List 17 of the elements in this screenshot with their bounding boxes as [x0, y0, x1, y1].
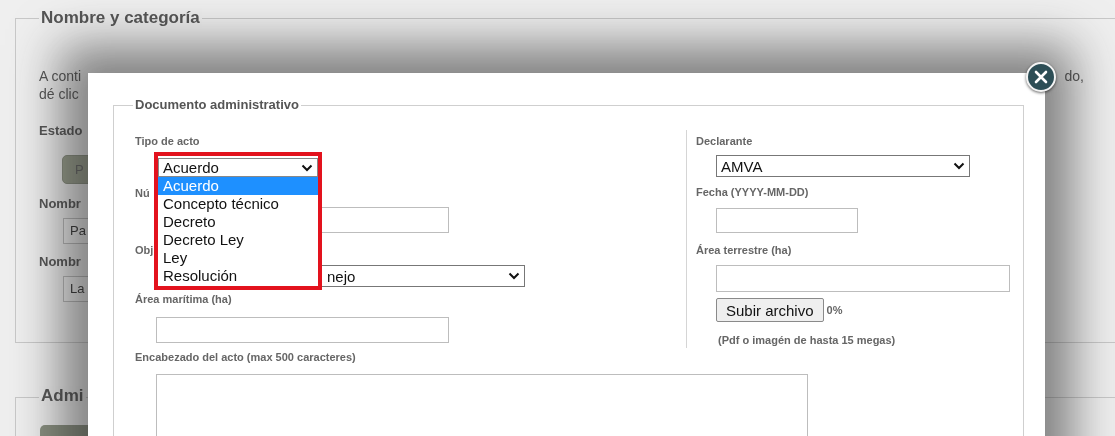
intro-text: dé clic	[39, 85, 80, 103]
intro-text: A conti	[39, 67, 82, 85]
field-label: Fecha (YYYY-MM-DD)	[696, 185, 810, 199]
progress-text: 0%	[826, 304, 843, 316]
field-label: Obj	[135, 243, 155, 257]
hint-text: (Pdf o imagén de hasta 15 megas)	[718, 333, 897, 347]
section-title: Nombre y categoría	[39, 8, 202, 28]
field-label: Área terrestre (ha)	[696, 243, 793, 257]
field-label: Nombr	[39, 196, 81, 212]
field-label: Estado	[39, 123, 83, 139]
field-label: Tipo de acto	[135, 134, 201, 148]
field-label: Nombr	[39, 254, 81, 270]
intro-text: do,	[1064, 67, 1084, 85]
field-label: Declarante	[696, 134, 754, 148]
field-label: Encabezado del acto (max 500 caracteres)	[135, 350, 357, 364]
field-label: Área marítima (ha)	[135, 292, 233, 306]
field-label: Nú	[135, 186, 151, 200]
